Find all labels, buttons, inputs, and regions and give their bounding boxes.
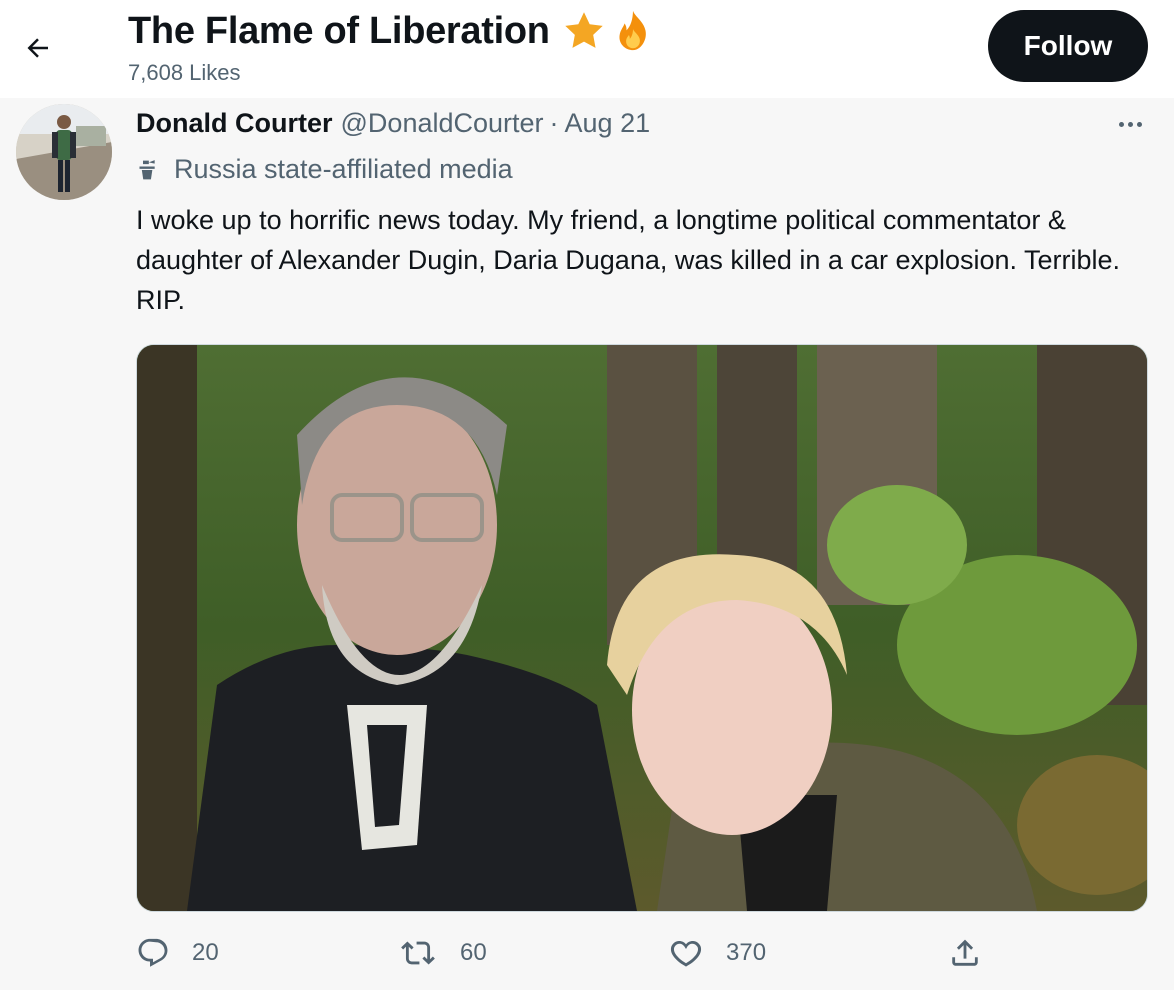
tweet[interactable]: Donald Courter @DonaldCourter · Aug 21 R… xyxy=(0,98,1174,990)
like-count: 370 xyxy=(726,939,767,966)
more-options-button[interactable] xyxy=(1110,112,1150,136)
tweet-text: I woke up to horrific news today. My fri… xyxy=(136,205,1121,315)
title-block: The Flame of Liberation 7,608 Likes xyxy=(128,8,660,86)
like-button[interactable]: 370 xyxy=(668,936,766,970)
back-arrow-icon xyxy=(27,38,48,58)
star-emoji-icon xyxy=(565,12,603,48)
title-emoji xyxy=(562,8,660,54)
reply-button[interactable]: 20 xyxy=(136,936,219,970)
author-name[interactable]: Donald Courter xyxy=(136,108,333,139)
tweet-date[interactable]: Aug 21 xyxy=(565,108,651,139)
tweet-photo[interactable] xyxy=(136,344,1148,912)
state-media-label[interactable]: Russia state-affiliated media xyxy=(136,154,513,185)
share-button[interactable] xyxy=(948,936,1004,970)
tweet-meta: Donald Courter @DonaldCourter · Aug 21 xyxy=(136,108,650,139)
more-dot xyxy=(1127,121,1133,127)
meta-separator: · xyxy=(549,108,559,138)
share-icon xyxy=(952,939,978,966)
heart-icon xyxy=(670,940,702,967)
page-title-text: The Flame of Liberation xyxy=(128,10,550,52)
likes-count: 7,608 Likes xyxy=(128,60,241,85)
podium-icon xyxy=(139,159,155,179)
author-handle[interactable]: @DonaldCourter xyxy=(341,108,544,139)
more-dot xyxy=(1136,121,1142,127)
retweet-icon xyxy=(401,941,435,965)
retweet-button[interactable]: 60 xyxy=(398,936,487,970)
state-media-label-text: Russia state-affiliated media xyxy=(174,154,513,184)
tweet-actions: 20 60 370 xyxy=(136,936,996,982)
back-button[interactable] xyxy=(18,28,58,68)
fire-emoji-icon xyxy=(619,10,646,51)
profile-header: The Flame of Liberation 7,608 Likes Foll… xyxy=(0,0,1174,98)
avatar[interactable] xyxy=(16,104,112,200)
retweet-count: 60 xyxy=(460,939,487,966)
reply-count: 20 xyxy=(192,939,219,966)
follow-button[interactable]: Follow xyxy=(988,10,1148,82)
more-dot xyxy=(1118,121,1124,127)
page-title: The Flame of Liberation xyxy=(128,8,660,54)
reply-icon xyxy=(138,938,168,967)
